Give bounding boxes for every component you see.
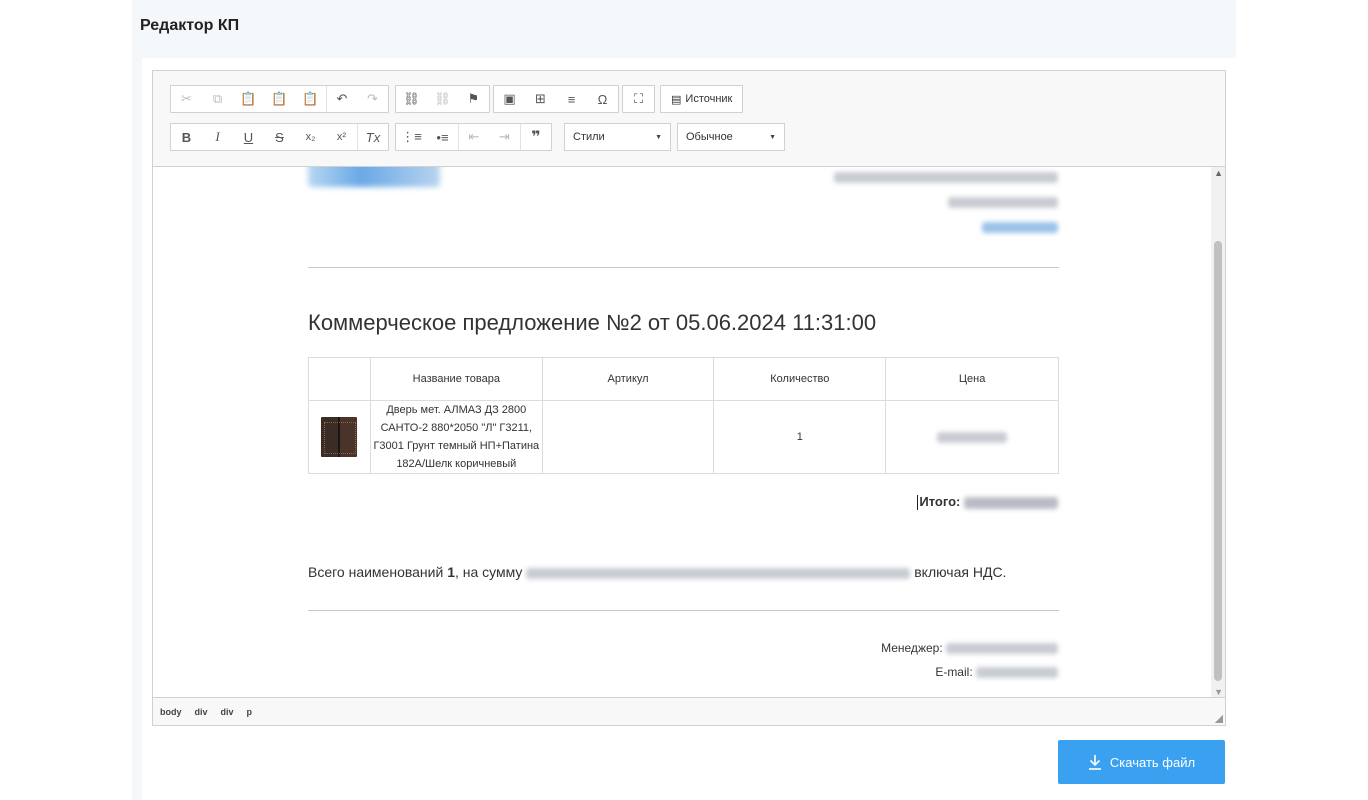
scroll-up-arrow-icon[interactable]: ▲ — [1214, 168, 1223, 178]
resize-handle-icon[interactable] — [1215, 715, 1223, 723]
underline-icon[interactable]: U — [233, 124, 264, 150]
scroll-down-arrow-icon[interactable]: ▼ — [1214, 687, 1223, 697]
company-logo — [308, 167, 440, 187]
product-quantity-cell: 1 — [713, 400, 887, 474]
anchor-flag-icon[interactable]: ⚑ — [458, 86, 489, 112]
link-group: ⛓ ⛓ ⚑ — [395, 85, 490, 113]
chevron-down-icon: ▼ — [655, 133, 662, 141]
download-file-button[interactable]: Скачать файл — [1058, 740, 1225, 784]
download-button-label: Скачать файл — [1109, 754, 1196, 770]
strikethrough-icon[interactable]: S — [264, 124, 295, 150]
numbered-list-icon[interactable]: ⋮≡ — [396, 124, 427, 150]
bulleted-list-icon[interactable]: •≡ — [427, 124, 458, 150]
manager-line: Менеджер: — [881, 641, 1058, 655]
company-phone — [798, 194, 1058, 219]
product-image — [321, 417, 358, 457]
page-left-strip — [132, 0, 142, 800]
redo-icon[interactable]: ↷ — [357, 86, 388, 112]
paste-text-icon[interactable]: 📋 — [264, 86, 295, 112]
products-table: Название товара Артикул Количество Цена … — [308, 357, 1059, 474]
summary-prefix: Всего наименований — [308, 564, 448, 580]
summary-suffix: включая НДС. — [910, 564, 1007, 580]
product-price-cell — [885, 400, 1059, 474]
manager-phone — [946, 643, 1058, 655]
horizontal-line-icon[interactable]: ≡ — [556, 86, 587, 112]
source-label: Источник — [685, 93, 733, 105]
clipboard-group: ✂ ⧉ 📋 📋 📋 ↶ ↷ — [170, 85, 389, 113]
top-divider — [308, 267, 1059, 268]
insert-group: ▣ ⊞ ≡ Ω — [493, 85, 619, 113]
editor-statusbar: body div div p — [153, 697, 1225, 725]
bold-icon[interactable]: B — [171, 124, 202, 150]
table-row: Дверь мет. АЛМАЗ ДЗ 2800 САНТО-2 880*205… — [308, 400, 1059, 474]
bottom-divider — [308, 610, 1059, 611]
path-item-p[interactable]: p — [247, 707, 253, 717]
italic-icon[interactable]: I — [202, 124, 233, 150]
manager-label: Менеджер: — [881, 641, 943, 655]
rich-text-editor: ✂ ⧉ 📋 📋 📋 ↶ ↷ ⛓ ⛓ ⚑ ▣ ⊞ ≡ Ω ⛶ ▤ Источник — [152, 70, 1226, 726]
total-line: Итого: — [917, 494, 1058, 511]
path-item-div[interactable]: div — [195, 707, 208, 717]
undo-icon[interactable]: ↶ — [326, 86, 357, 112]
blockquote-icon[interactable]: ❞ — [520, 124, 551, 150]
styles-dropdown[interactable]: Стили ▼ — [564, 123, 671, 151]
page-title: Редактор КП — [140, 17, 240, 34]
paste-word-icon[interactable]: 📋 — [295, 86, 326, 112]
maximize-icon[interactable]: ⛶ — [623, 86, 654, 112]
offer-title: Коммерческое предложение №2 от 05.06.202… — [308, 310, 877, 335]
subscript-icon[interactable]: x₂ — [295, 124, 326, 150]
product-name-cell: Дверь мет. АЛМАЗ ДЗ 2800 САНТО-2 880*205… — [369, 400, 543, 474]
superscript-icon[interactable]: x² — [326, 124, 357, 150]
column-header-article: Артикул — [541, 357, 715, 401]
format-dropdown[interactable]: Обычное ▼ — [677, 123, 785, 151]
source-group: ▤ Источник — [660, 85, 744, 113]
editor-toolbar: ✂ ⧉ 📋 📋 📋 ↶ ↷ ⛓ ⛓ ⚑ ▣ ⊞ ≡ Ω ⛶ ▤ Источник — [153, 71, 1225, 167]
format-dropdown-label: Обычное — [686, 131, 733, 143]
indent-icon[interactable]: ⇥ — [489, 124, 520, 150]
source-icon: ▤ — [671, 93, 682, 106]
summary-amount-words — [526, 567, 911, 579]
summary-line: Всего наименований 1, на сумму включая Н… — [308, 564, 1006, 580]
special-char-icon[interactable]: Ω — [587, 86, 618, 112]
table-header-row: Название товара Артикул Количество Цена — [308, 357, 1059, 401]
paste-icon[interactable]: 📋 — [233, 86, 264, 112]
path-item-div[interactable]: div — [221, 707, 234, 717]
table-icon[interactable]: ⊞ — [525, 86, 556, 112]
column-header-name: Название товара — [369, 357, 543, 401]
maximize-group: ⛶ — [622, 85, 655, 113]
image-column-header — [308, 357, 371, 401]
summary-count: 1 — [447, 564, 455, 580]
paragraph-group: ⋮≡ •≡ ⇤ ⇥ ❞ — [395, 123, 552, 151]
total-label: Итого: — [919, 494, 961, 509]
column-header-price: Цена — [885, 357, 1059, 401]
styles-dropdown-label: Стили — [573, 131, 605, 143]
product-article-cell — [541, 400, 715, 474]
product-image-cell — [308, 400, 371, 474]
source-button[interactable]: ▤ Источник — [661, 86, 742, 112]
remove-format-icon[interactable]: Tx — [357, 124, 388, 150]
manager-email — [976, 667, 1058, 679]
cut-icon[interactable]: ✂ — [171, 86, 202, 112]
basic-styles-group: B I U S x₂ x² Tx — [170, 123, 389, 151]
company-contacts — [798, 169, 1058, 244]
page-header — [132, 0, 1236, 58]
company-website — [798, 219, 1058, 244]
path-item-body[interactable]: body — [160, 707, 182, 717]
outdent-icon[interactable]: ⇤ — [458, 124, 489, 150]
chevron-down-icon: ▼ — [769, 133, 776, 141]
total-amount — [964, 496, 1058, 509]
content-scrollbar[interactable]: ▲ ▼ — [1211, 167, 1225, 698]
editor-content-area[interactable]: Коммерческое предложение №2 от 05.06.202… — [153, 167, 1225, 698]
column-header-quantity: Количество — [713, 357, 887, 401]
link-icon[interactable]: ⛓ — [396, 86, 427, 112]
download-icon — [1088, 754, 1102, 770]
copy-icon[interactable]: ⧉ — [202, 86, 233, 112]
image-icon[interactable]: ▣ — [494, 86, 525, 112]
email-label: E-mail: — [935, 665, 973, 679]
summary-middle: , на сумму — [455, 564, 527, 580]
scroll-thumb[interactable] — [1214, 241, 1222, 681]
email-line: E-mail: — [935, 665, 1058, 679]
unlink-icon[interactable]: ⛓ — [427, 86, 458, 112]
company-address — [798, 169, 1058, 194]
